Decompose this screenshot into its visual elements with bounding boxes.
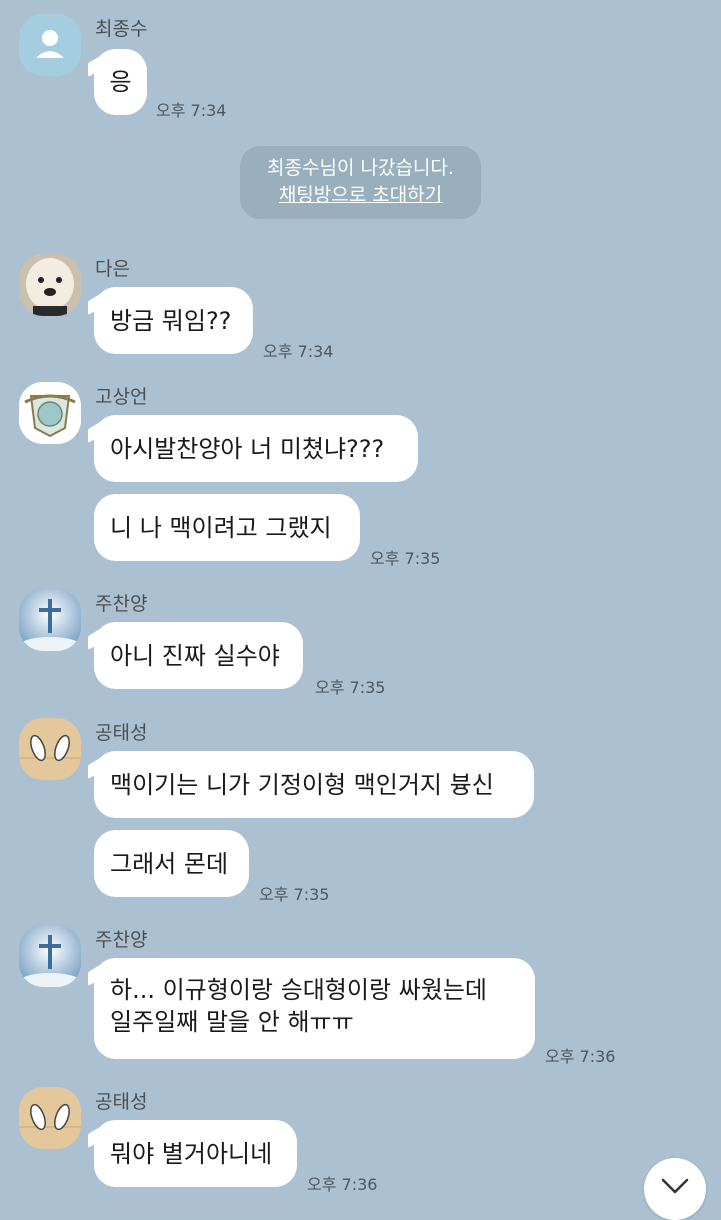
message-bubble[interactable]: 아니 진짜 실수야: [94, 622, 303, 689]
system-notice: 최종수님이 나갔습니다. 채팅방으로 초대하기: [240, 146, 481, 219]
sender-name: 공태성: [95, 722, 148, 744]
message-bubble[interactable]: 뭐야 별거아니네: [94, 1120, 297, 1187]
avatar[interactable]: [19, 1087, 81, 1149]
sender-name: 주찬양: [95, 593, 148, 615]
message-bubble[interactable]: 니 나 맥이려고 그랬지: [94, 494, 360, 561]
cross-avatar: [19, 589, 81, 651]
message-time: 오후 7:34: [263, 342, 334, 361]
message-time: 오후 7:34: [156, 101, 227, 120]
default-profile-icon: [36, 30, 64, 58]
message-bubble[interactable]: 방금 뭐임??: [94, 287, 253, 354]
message-time: 오후 7:35: [315, 678, 386, 697]
avatar[interactable]: [19, 718, 81, 780]
sender-name: 공태성: [95, 1091, 148, 1113]
puppy-avatar: [19, 254, 81, 316]
feet-avatar: [19, 718, 81, 780]
message-time: 오후 7:35: [259, 885, 330, 904]
avatar[interactable]: [19, 382, 81, 444]
message-bubble[interactable]: 그래서 몬데: [94, 830, 249, 897]
avatar[interactable]: [19, 589, 81, 651]
message-bubble[interactable]: 하... 이규형이랑 승대형이랑 싸웠는데 일주일째 말을 안 해ㅠㅠ: [94, 958, 535, 1059]
sender-name: 주찬양: [95, 929, 148, 951]
sender-name: 다은: [95, 258, 130, 280]
avatar[interactable]: [19, 254, 81, 316]
message-time: 오후 7:36: [545, 1047, 616, 1066]
message-time: 오후 7:35: [370, 549, 441, 568]
avatar[interactable]: [19, 925, 81, 987]
sender-name: 최종수: [95, 18, 148, 40]
chevron-down-icon: [661, 1178, 689, 1194]
message-bubble[interactable]: 맥이기는 니가 기정이형 맥인거지 븅신: [94, 751, 534, 818]
message-time: 오후 7:36: [307, 1175, 378, 1194]
emblem-avatar: [19, 382, 81, 444]
invite-link[interactable]: 채팅방으로 초대하기: [240, 182, 481, 209]
sender-name: 고상언: [95, 386, 148, 408]
message-bubble[interactable]: 응: [94, 49, 147, 115]
message-bubble[interactable]: 아시발찬양아 너 미쳤냐???: [94, 415, 418, 482]
notice-text: 최종수님이 나갔습니다.: [267, 157, 454, 179]
scroll-to-bottom-button[interactable]: [644, 1158, 706, 1220]
cross-avatar: [19, 925, 81, 987]
avatar[interactable]: [19, 14, 81, 76]
feet-avatar: [19, 1087, 81, 1149]
